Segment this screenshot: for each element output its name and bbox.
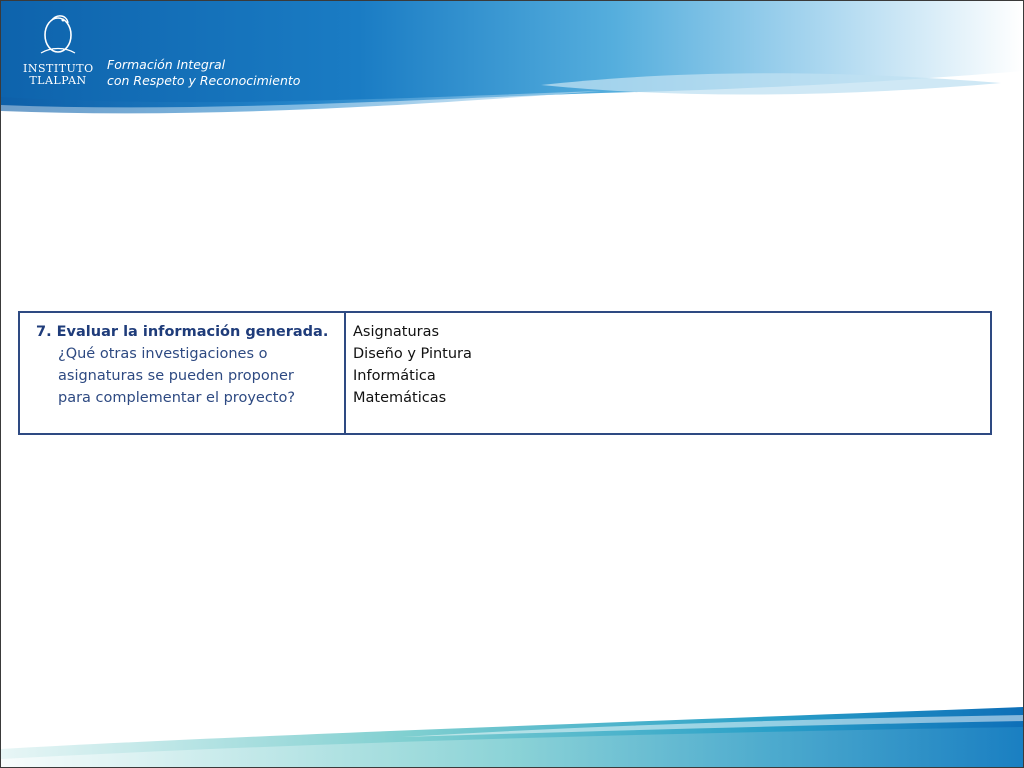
info-table: 7. Evaluar la información generada. ¿Qué…	[18, 311, 992, 435]
question-line: para complementar el proyecto?	[58, 390, 296, 406]
answer-cell: Asignaturas Diseño y Pintura Informática…	[346, 313, 990, 433]
footer-wave	[1, 707, 1023, 767]
slide: INSTITUTO TLALPAN Formación Integral con…	[0, 0, 1024, 768]
logo-line-2: TLALPAN	[29, 74, 87, 87]
question-line: ¿Qué otras investigaciones o	[58, 346, 268, 362]
question-line: asignaturas se pueden proponer	[58, 368, 294, 384]
tagline-line-2: con Respeto y Reconocimiento	[107, 73, 301, 88]
logo-emblem-icon	[40, 15, 76, 54]
institute-logo: INSTITUTO TLALPAN	[23, 11, 93, 91]
step-title: 7. Evaluar la información generada.	[36, 324, 329, 340]
logo-line-1: INSTITUTO	[23, 62, 94, 75]
tagline: Formación Integral con Respeto y Reconoc…	[107, 57, 300, 89]
subject-heading: Asignaturas	[353, 324, 440, 340]
tagline-line-1: Formación Integral	[107, 57, 226, 72]
subject-item: Informática	[353, 368, 436, 384]
question-cell: 7. Evaluar la información generada. ¿Qué…	[20, 313, 346, 433]
subject-item: Diseño y Pintura	[353, 346, 472, 362]
subject-item: Matemáticas	[353, 390, 447, 406]
